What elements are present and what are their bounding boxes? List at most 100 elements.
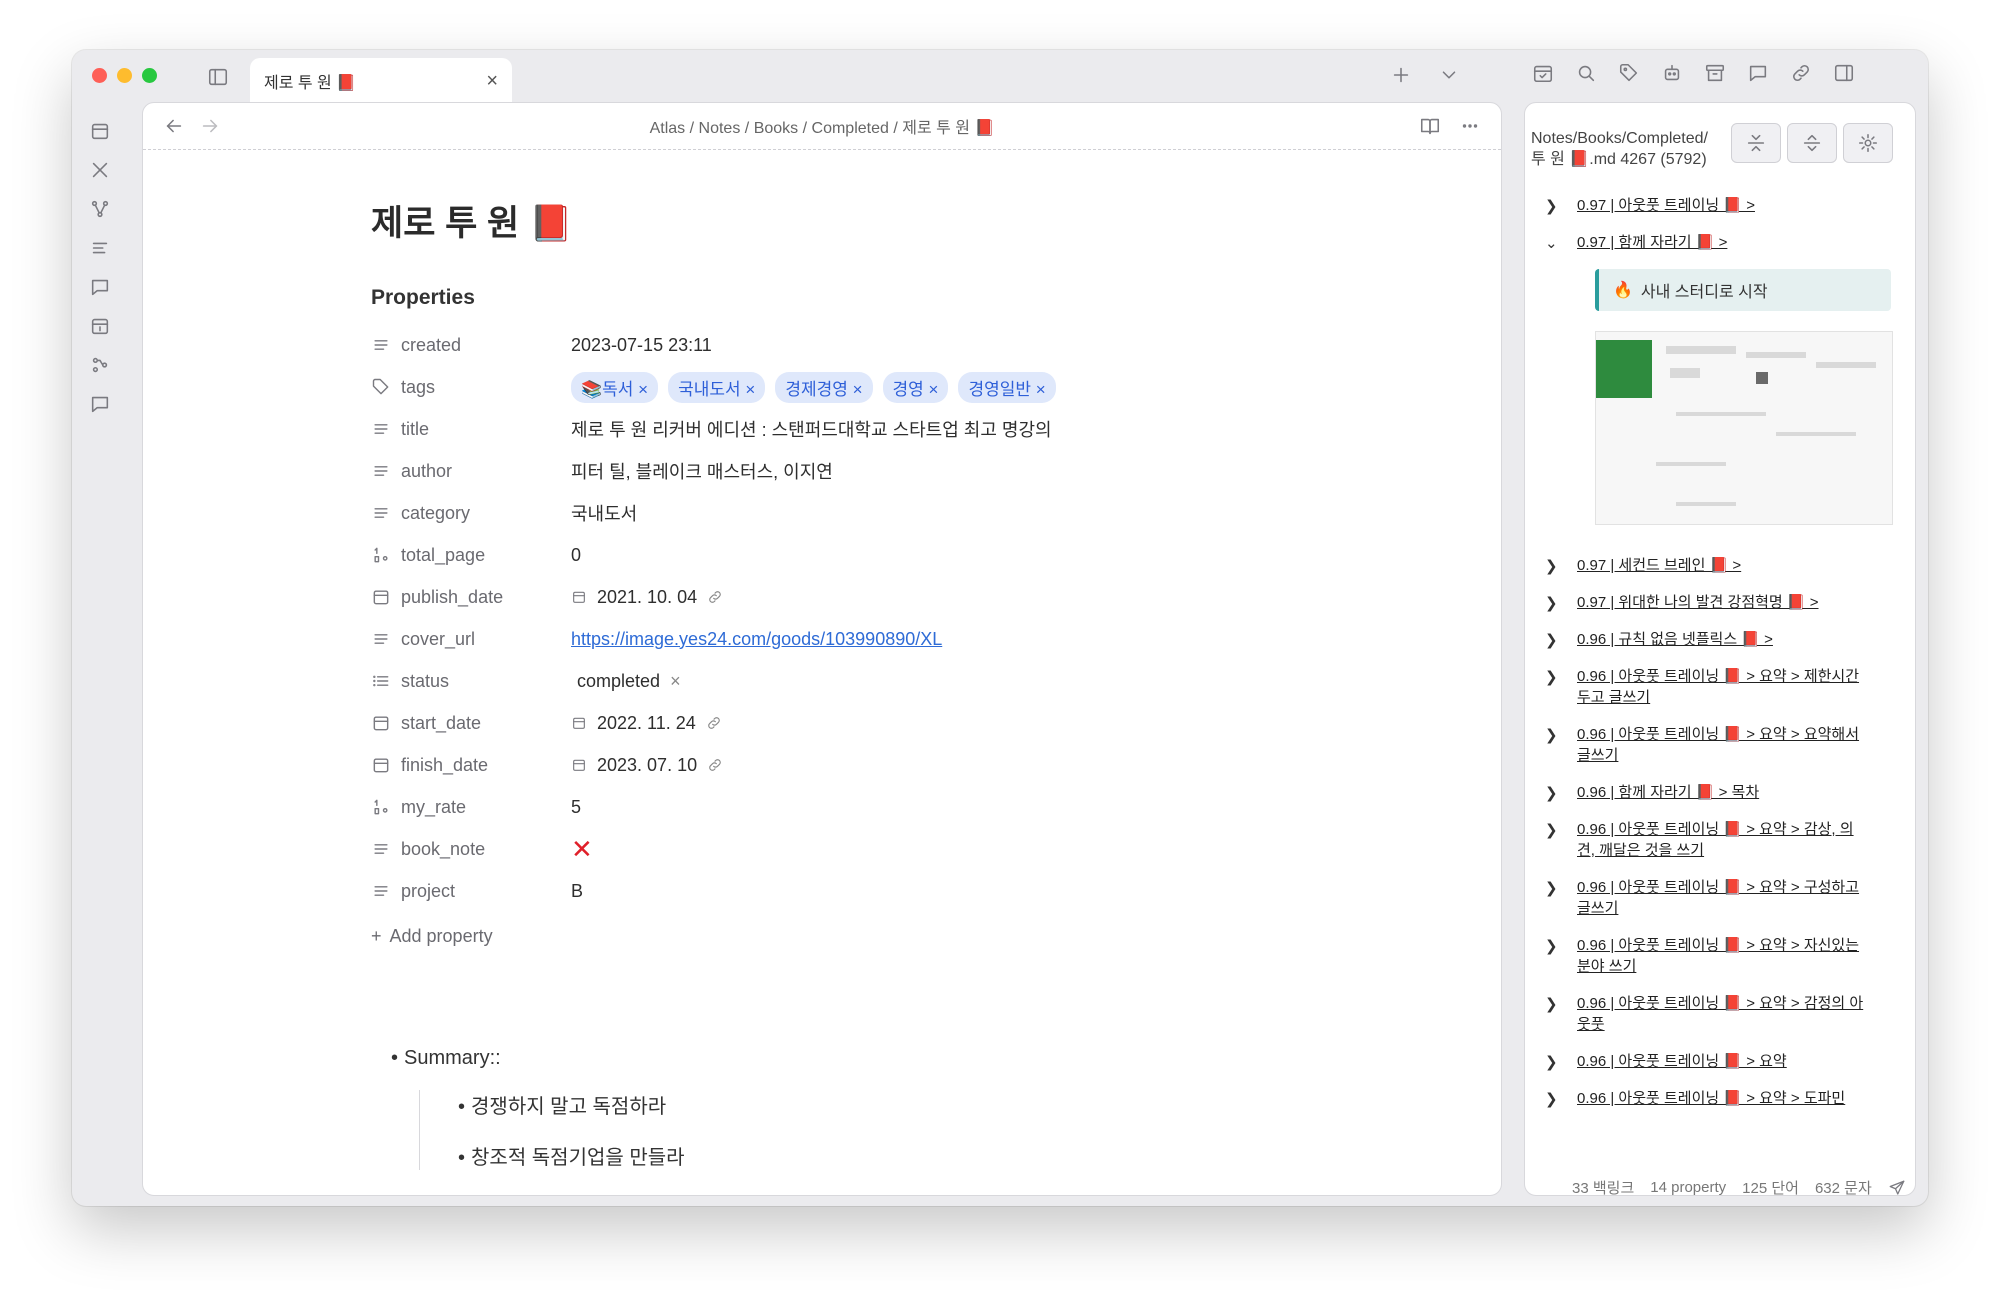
text-property-icon: [371, 503, 391, 523]
list-item[interactable]: ❯ 0.96 | 아웃풋 트레이닝 📕 > 요약 > 도파민: [1545, 1088, 1915, 1109]
breadcrumb-item[interactable]: Notes: [699, 120, 741, 137]
list-item[interactable]: ❯ 0.96 | 아웃풋 트레이닝 📕 > 요약 > 자신있는 분야 쓰기: [1545, 935, 1915, 977]
list-item[interactable]: ❯ 0.96 | 함께 자라기 📕 > 목차: [1545, 782, 1915, 803]
right-sidebar-toggle-icon[interactable]: [1833, 62, 1855, 84]
breadcrumb-item[interactable]: Books: [754, 120, 798, 137]
tag-chip[interactable]: 경영일반 ×: [958, 371, 1056, 403]
message-icon[interactable]: [89, 393, 111, 415]
link-icon[interactable]: [707, 757, 723, 773]
status-bar: 33 백링크 14 property 125 단어 632 문자: [1572, 1177, 1906, 1198]
chevron-right-icon[interactable]: ❯: [1545, 937, 1563, 955]
chevron-down-icon[interactable]: ⌄: [1545, 234, 1563, 252]
chevron-right-icon[interactable]: ❯: [1545, 784, 1563, 802]
chevron-right-icon[interactable]: ❯: [1545, 1053, 1563, 1071]
remove-status-icon[interactable]: ×: [670, 671, 681, 692]
link-icon[interactable]: [707, 589, 723, 605]
properties-heading[interactable]: Properties: [371, 286, 1271, 310]
tag-chip[interactable]: 경영 ×: [882, 371, 949, 403]
text-property-icon: [371, 419, 391, 439]
list-item[interactable]: ❯ 0.96 | 아웃풋 트레이닝 📕 > 요약: [1545, 1051, 1915, 1072]
tag-chip[interactable]: 국내도서 ×: [668, 371, 766, 403]
chevron-right-icon[interactable]: ❯: [1545, 197, 1563, 215]
more-options-icon[interactable]: [1459, 115, 1481, 137]
tools-icon[interactable]: [89, 159, 111, 181]
calendar-check-icon[interactable]: [1532, 62, 1554, 84]
property-cover-url: cover_url https://image.yes24.com/goods/…: [371, 618, 1271, 660]
list-item[interactable]: ❯ 0.96 | 아웃풋 트레이닝 📕 > 요약 > 요약해서 글쓰기: [1545, 724, 1915, 766]
list-item[interactable]: ❯ 0.96 | 아웃풋 트레이닝 📕 > 요약 > 감정의 아웃풋: [1545, 993, 1915, 1035]
tag-chip[interactable]: 경제경영 ×: [775, 371, 873, 403]
panel-settings-button[interactable]: [1843, 123, 1893, 163]
chevron-right-icon[interactable]: ❯: [1545, 726, 1563, 744]
search-icon[interactable]: [1575, 62, 1597, 84]
summary-section: • Summary:: • 경쟁하지 말고 독점하라 • 창조적 독점기업을 만…: [371, 1047, 1271, 1170]
new-tab-icon[interactable]: [1390, 64, 1412, 86]
chevron-right-icon[interactable]: ❯: [1545, 594, 1563, 612]
outline-icon[interactable]: [89, 237, 111, 259]
left-ribbon: [72, 110, 128, 415]
cover-url-link[interactable]: https://image.yes24.com/goods/103990890/…: [571, 629, 942, 650]
property-total-page: total_page 0: [371, 534, 1271, 576]
list-item[interactable]: ⌄ 0.97 | 함께 자라기 📕 >: [1545, 232, 1915, 253]
tags-icon[interactable]: [1618, 62, 1640, 84]
link-icon[interactable]: [1790, 62, 1812, 84]
list-item[interactable]: • 경쟁하지 말고 독점하라: [458, 1090, 1271, 1119]
collapse-all-button[interactable]: [1731, 123, 1781, 163]
thumbnail-image[interactable]: [1595, 331, 1893, 525]
expand-all-button[interactable]: [1787, 123, 1837, 163]
send-icon[interactable]: [1888, 1179, 1906, 1197]
back-arrow-icon[interactable]: [163, 115, 185, 137]
chevron-right-icon[interactable]: ❯: [1545, 879, 1563, 897]
editor-pane: Atlas / Notes / Books / Completed / 제로 투…: [142, 102, 1502, 1196]
chevron-right-icon[interactable]: ❯: [1545, 631, 1563, 649]
property-finish-date: finish_date 2023. 07. 10: [371, 744, 1271, 786]
list-item[interactable]: ❯ 0.97 | 아웃풋 트레이닝 📕 >: [1545, 195, 1915, 216]
number-property-icon: [371, 797, 391, 817]
chevron-right-icon[interactable]: ❯: [1545, 557, 1563, 575]
list-item[interactable]: • Summary::: [391, 1047, 1271, 1070]
tab-close-icon[interactable]: ×: [486, 70, 498, 93]
calendar-icon[interactable]: [89, 120, 111, 142]
tab-list-chevron-icon[interactable]: [1438, 64, 1460, 86]
zoom-window-button[interactable]: [142, 68, 157, 83]
chevron-right-icon[interactable]: ❯: [1545, 995, 1563, 1013]
list-item[interactable]: ❯ 0.97 | 위대한 나의 발견 강점혁명 📕 >: [1545, 592, 1915, 613]
text-property-icon: [371, 839, 391, 859]
forward-arrow-icon[interactable]: [199, 115, 221, 137]
reading-view-icon[interactable]: [1419, 115, 1441, 137]
tag-chip[interactable]: 📚독서 ×: [571, 371, 659, 403]
close-window-button[interactable]: [92, 68, 107, 83]
fire-icon: 🔥: [1613, 282, 1633, 299]
breadcrumb-item[interactable]: 제로 투 원 📕: [902, 120, 994, 137]
list-item[interactable]: ❯ 0.96 | 아웃풋 트레이닝 📕 > 요약 > 제한시간 두고 글쓰기: [1545, 666, 1915, 708]
breadcrumb-item[interactable]: Completed: [812, 120, 889, 137]
nav-bar: Atlas / Notes / Books / Completed / 제로 투…: [143, 103, 1501, 150]
backlinks-count[interactable]: 33 백링크: [1572, 1177, 1634, 1198]
daily-note-icon[interactable]: [89, 315, 111, 337]
archive-icon[interactable]: [1704, 62, 1726, 84]
graph-icon[interactable]: [89, 198, 111, 220]
chevron-right-icon[interactable]: ❯: [1545, 668, 1563, 686]
sidebar-toggle-icon[interactable]: [200, 62, 236, 92]
chevron-right-icon[interactable]: ❯: [1545, 1090, 1563, 1108]
list-item[interactable]: ❯ 0.96 | 규칙 없음 넷플릭스 📕 >: [1545, 629, 1915, 650]
list-item[interactable]: ❯ 0.97 | 세컨드 브레인 📕 >: [1545, 555, 1915, 576]
comment-icon[interactable]: [1747, 62, 1769, 84]
chat-icon[interactable]: [89, 276, 111, 298]
bot-icon[interactable]: [1661, 62, 1683, 84]
git-icon[interactable]: [89, 354, 111, 376]
link-icon[interactable]: [706, 715, 722, 731]
cross-mark-icon[interactable]: ✕: [571, 836, 593, 862]
tab-active[interactable]: 제로 투 원 📕 ×: [250, 58, 512, 104]
chevron-right-icon[interactable]: ❯: [1545, 821, 1563, 839]
page-title[interactable]: 제로 투 원 📕: [371, 195, 1271, 246]
list-item[interactable]: ❯ 0.96 | 아웃풋 트레이닝 📕 > 요약 > 구성하고 글쓰기: [1545, 877, 1915, 919]
list-item[interactable]: ❯ 0.96 | 아웃풋 트레이닝 📕 > 요약 > 감상, 의견, 깨달은 것을…: [1545, 819, 1915, 861]
minimize-window-button[interactable]: [117, 68, 132, 83]
collapse-icon: [1745, 132, 1767, 154]
property-project: project B: [371, 870, 1271, 912]
document: 제로 투 원 📕 Properties created 2023-07-15 2…: [371, 195, 1271, 1192]
list-item[interactable]: • 창조적 독점기업을 만들라: [458, 1141, 1271, 1170]
breadcrumb-item[interactable]: Atlas: [650, 120, 686, 137]
add-property-button[interactable]: + Add property: [371, 926, 1271, 947]
